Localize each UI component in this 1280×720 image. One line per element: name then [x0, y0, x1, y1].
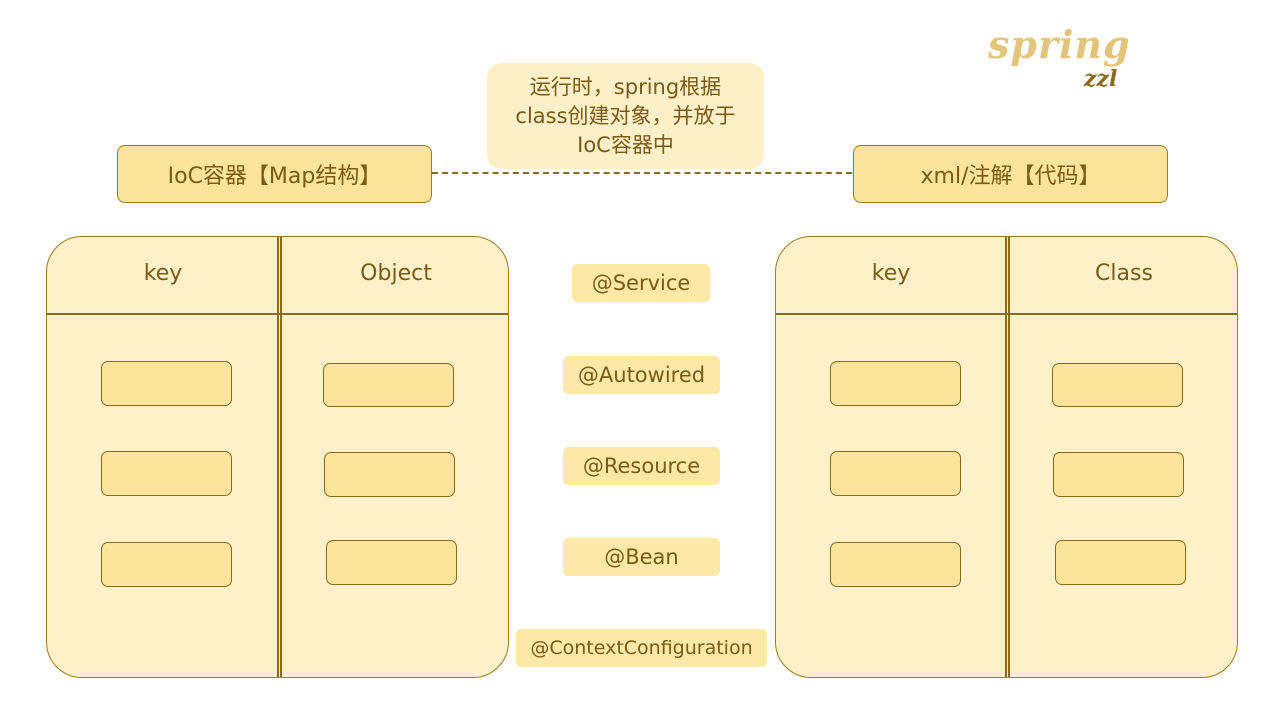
left-object-slot	[326, 540, 457, 585]
left-key-slot	[101, 451, 232, 496]
left-object-slot	[323, 363, 454, 407]
left-object-header: Object	[360, 261, 432, 286]
annotation-context-configuration: @ContextConfiguration	[516, 629, 767, 667]
annotation-resource-label: @Resource	[582, 454, 701, 478]
right-key-slot	[830, 451, 961, 496]
right-class-slot	[1055, 540, 1186, 585]
note-line-3: IoC容器中	[577, 132, 674, 157]
left-key-slot	[101, 361, 232, 406]
annotation-autowired-label: @Autowired	[577, 363, 706, 387]
left-key-slot	[101, 542, 232, 587]
note-line-1: 运行时，spring根据	[529, 74, 722, 99]
config-code-title-text: xml/注解【代码】	[920, 164, 1101, 189]
right-class-slot	[1053, 452, 1184, 497]
right-column-divider	[1005, 237, 1010, 677]
annotation-autowired: @Autowired	[563, 356, 720, 394]
right-key-slot	[830, 361, 961, 406]
right-class-header: Class	[1095, 261, 1153, 286]
dashed-connector	[432, 172, 852, 174]
logo-author: zzl	[1084, 66, 1118, 92]
left-object-slot	[324, 452, 455, 497]
left-column-divider	[277, 237, 282, 677]
spring-logo: spring	[988, 22, 1131, 67]
right-class-slot	[1052, 363, 1183, 407]
right-key-header: key	[871, 261, 911, 286]
annotation-service-label: @Service	[591, 271, 691, 295]
annotation-bean: @Bean	[563, 538, 720, 576]
runtime-note: 运行时，spring根据 class创建对象，并放于 IoC容器中	[487, 63, 764, 169]
annotation-resource: @Resource	[563, 447, 720, 485]
note-line-2: class创建对象，并放于	[515, 103, 736, 128]
class-map-panel: key Class	[775, 236, 1238, 678]
annotation-service: @Service	[572, 264, 710, 302]
annotation-bean-label: @Bean	[604, 545, 679, 569]
annotation-context-configuration-label: @ContextConfiguration	[530, 637, 753, 659]
left-key-header: key	[143, 261, 183, 286]
ioc-container-title: IoC容器【Map结构】	[117, 145, 432, 203]
right-key-slot	[830, 542, 961, 587]
config-code-title: xml/注解【代码】	[853, 145, 1168, 203]
ioc-map-panel: key Object	[46, 236, 509, 678]
ioc-container-title-text: IoC容器【Map结构】	[167, 164, 382, 189]
